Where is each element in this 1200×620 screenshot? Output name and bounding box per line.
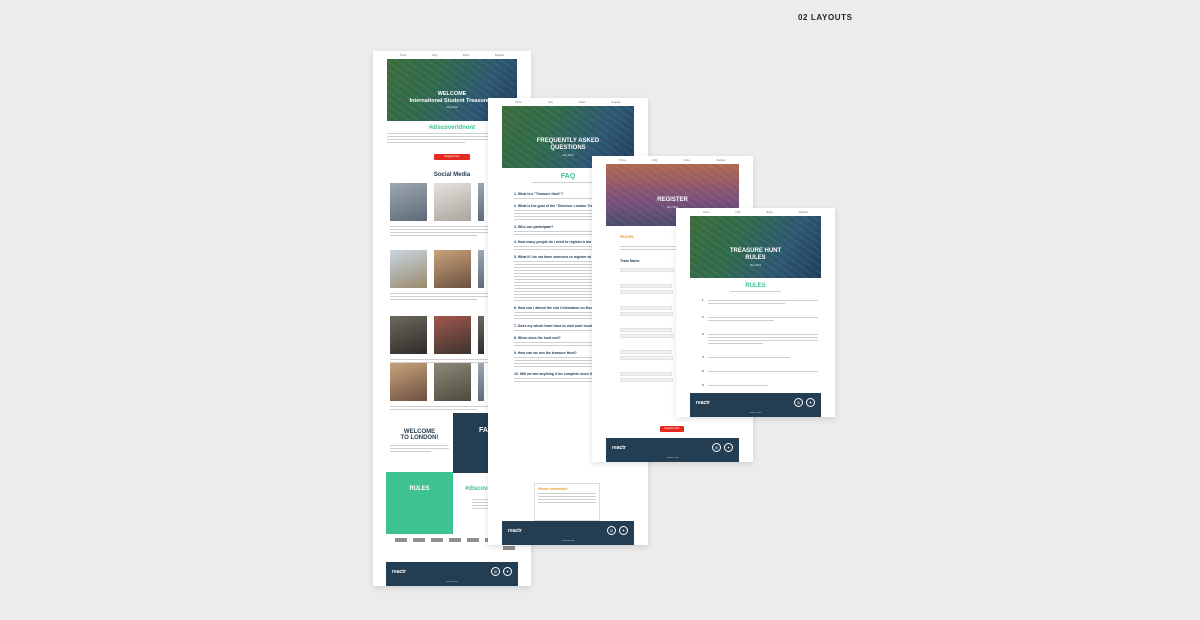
form-field[interactable]	[620, 284, 672, 288]
team-name-label: Team Name	[620, 259, 640, 263]
social-photo	[434, 183, 471, 221]
rule-number: 1.	[702, 298, 705, 302]
social-photo	[434, 316, 471, 354]
rule-item: 2.	[702, 315, 818, 323]
hero-title: FREQUENTLY ASKED	[536, 138, 600, 144]
rule-number: 6.	[702, 383, 705, 387]
hero-title: REGISTER	[657, 197, 688, 203]
footer-note[interactable]: Terms of Use	[562, 540, 574, 542]
instagram-icon[interactable]: ◎	[794, 398, 803, 407]
reactr-logo[interactable]: reactr	[696, 400, 710, 406]
twitter-icon[interactable]: ✦	[724, 443, 733, 452]
form-field[interactable]	[620, 328, 672, 332]
hero-title: WELCOME	[437, 91, 467, 97]
form-field[interactable]	[620, 378, 673, 382]
form-field[interactable]	[620, 312, 673, 316]
nav-bar: Home FAQ Rules Register	[488, 98, 648, 106]
instagram-icon[interactable]: ◎	[712, 443, 721, 452]
footer: reactr Terms of Use ◎ ✦	[502, 521, 634, 545]
instagram-icon[interactable]: ◎	[491, 567, 500, 576]
twitter-icon[interactable]: ✦	[503, 567, 512, 576]
social-photo	[478, 250, 484, 288]
nav-bar: Home FAQ Rules Register	[676, 208, 835, 216]
hero-title: TREASURE HUNT	[729, 248, 782, 254]
welcome-text	[386, 441, 453, 456]
form-field[interactable]	[620, 350, 672, 354]
reactr-logo[interactable]: reactr	[612, 445, 626, 451]
form-field[interactable]	[620, 356, 673, 360]
register-submit-button[interactable]: Register Now	[660, 426, 684, 432]
welcome-to-london-block: WELCOME TO LONDON!	[386, 421, 453, 476]
welcome-to-london-title: WELCOME TO LONDON!	[400, 429, 439, 441]
twitter-icon[interactable]: ✦	[619, 526, 628, 535]
rule-number: 3.	[702, 332, 705, 336]
rules-label: RULES	[620, 234, 634, 239]
social-photo	[478, 316, 484, 354]
rule-item: 4.	[702, 355, 818, 360]
rule-item: 5.	[702, 369, 818, 374]
rule-item: 6.	[702, 383, 818, 388]
social-photo	[390, 363, 427, 401]
social-photo	[434, 250, 471, 288]
nav-bar: Home FAQ Rules Register	[373, 51, 531, 59]
register-now-button[interactable]: Register Now	[434, 154, 470, 160]
team-name-field[interactable]	[620, 266, 674, 272]
footer-note[interactable]: Terms of Use	[750, 412, 762, 414]
footer: reactr Terms of Use ◎ ✦	[606, 438, 739, 462]
social-photo	[478, 363, 484, 401]
instagram-icon[interactable]: ◎	[607, 526, 616, 535]
rules-list: 1. 2. 3. 4. 5. 6.	[702, 298, 818, 388]
twitter-icon[interactable]: ✦	[806, 398, 815, 407]
social-photo	[390, 183, 427, 221]
please-remember-heading: Please remember:	[538, 487, 569, 491]
reactr-logo[interactable]: reactr	[508, 528, 522, 534]
social-photo	[478, 183, 484, 221]
social-photo	[434, 363, 471, 401]
social-photo	[390, 316, 427, 354]
footer: reactr Terms of Use ◎ ✦	[386, 562, 518, 586]
footer: reactr Terms of Use ◎ ✦	[690, 393, 821, 417]
section-label: 02 LAYOUTS	[798, 13, 853, 22]
footer-note[interactable]: Terms of Use	[446, 581, 458, 583]
form-field[interactable]	[620, 306, 672, 310]
hero-subtitle: RULES	[745, 255, 766, 262]
form-field[interactable]	[620, 372, 672, 376]
rules-block[interactable]: RULES	[386, 472, 453, 534]
rules-page-mockup: Home FAQ Rules Register TREASURE HUNT RU…	[676, 208, 835, 417]
social-photo	[390, 250, 427, 288]
please-remember-box: Please remember:	[534, 483, 600, 521]
rules-heading: RULES	[745, 283, 766, 289]
rules-intro	[716, 291, 795, 292]
rule-item: 3.	[702, 332, 818, 346]
hero-subtitle: QUESTIONS	[550, 145, 586, 152]
rule-number: 4.	[702, 355, 705, 359]
reactr-logo[interactable]: reactr	[392, 569, 406, 575]
footer-note[interactable]: Terms of Use	[667, 457, 679, 459]
rule-number: 2.	[702, 315, 705, 319]
hero-banner: TREASURE HUNT RULES May 2019	[690, 216, 821, 278]
form-field[interactable]	[620, 334, 673, 338]
rule-item: 1.	[702, 298, 818, 306]
hero-date: May 2019	[750, 264, 761, 268]
nav-bar: Home FAQ Rules Register	[592, 156, 753, 164]
form-field[interactable]	[620, 290, 673, 294]
hashtag-secondary: #discove	[465, 486, 491, 492]
rule-number: 5.	[702, 369, 705, 373]
